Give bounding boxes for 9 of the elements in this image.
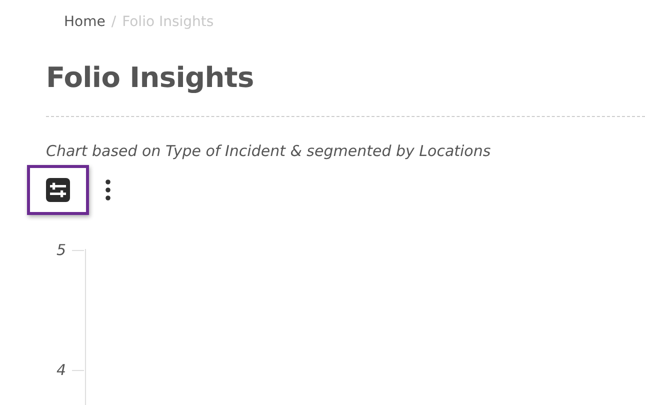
axis-tick-label: 4 [55, 361, 66, 379]
more-options-button[interactable] [103, 177, 113, 203]
page-title: Folio Insights [46, 60, 255, 96]
sliders-icon [46, 178, 70, 202]
breadcrumb-link[interactable]: Home [64, 14, 106, 30]
breadcrumb-separator: / [111, 14, 116, 30]
chart-caption: Chart based on Type of Incident & segmented by Locations [46, 141, 492, 161]
axis-tick-label: 5 [55, 241, 66, 259]
filter-button[interactable] [27, 165, 89, 215]
